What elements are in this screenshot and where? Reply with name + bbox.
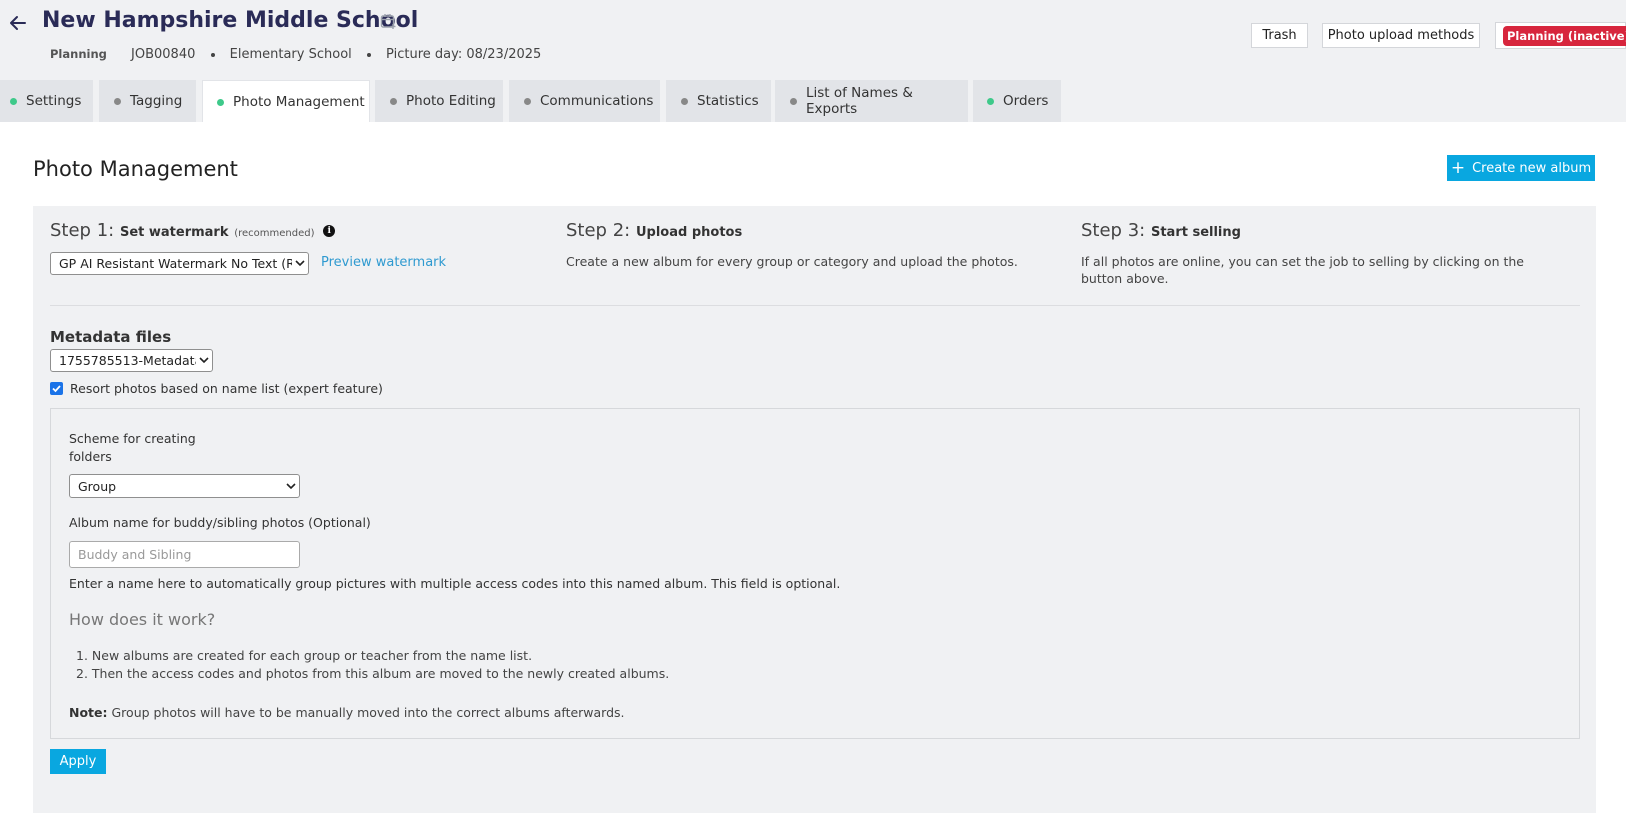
list-item: 2. Then the access codes and photos from… [76,666,670,681]
job-title: New Hampshire Middle School [42,8,419,33]
note-body: Group photos will have to be manually mo… [111,705,625,720]
separator-dot [210,52,215,57]
step-note: (recommended) [234,228,315,239]
tab-label: List of Names & Exports [805,85,913,117]
trash-button[interactable]: Trash [1251,23,1308,48]
status-dot [987,97,994,105]
watermark-selected-value: GP AI Resistant Watermark No Text (Re [59,256,292,271]
job-meta: Planning JOB00840 Elementary School Pict… [50,47,541,62]
tab-label: Photo Management [233,94,365,110]
info-icon[interactable]: i [323,225,336,237]
folder-scheme-select[interactable]: Group [69,474,300,498]
separator-dot [366,52,371,57]
album-name-label: Album name for buddy/sibling photos (Opt… [69,515,371,530]
note-text: Note: Group photos will have to be manua… [69,705,625,720]
tab-label: Settings [26,93,82,109]
photo-upload-methods-button[interactable]: Photo upload methods [1322,23,1480,48]
scheme-label-line: folders [69,449,112,464]
step-title: Start selling [1150,225,1241,240]
step-prefix: Step 1: [50,220,115,241]
resort-options-box: Scheme for creating folders Group Album … [50,408,1580,739]
page-header: New Hampshire Middle School Planning JOB… [0,0,1626,80]
preview-watermark-link[interactable]: Preview watermark [321,255,446,270]
step-start-selling: Step 3: Start selling If all photos are … [1081,220,1551,287]
main-content: Photo Management + Create new album Step… [0,122,1626,813]
tab-label: Orders [1003,93,1049,109]
tab-tagging[interactable]: Tagging [99,80,196,122]
step-prefix: Step 2: [566,220,631,241]
school-type: Elementary School [229,47,352,62]
album-name-input[interactable]: Buddy and Sibling [69,541,300,568]
status-dot [681,97,688,105]
status-dot [10,97,17,105]
metadata-files-heading: Metadata files [50,328,172,346]
tab-label: Statistics [697,93,759,109]
tab-photo-management[interactable]: Photo Management [202,80,370,123]
tab-communications[interactable]: Communications [509,80,660,122]
step-set-watermark: Step 1: Set watermark (recommended) i [50,220,336,241]
chevron-down-icon [196,357,212,364]
status-dot [114,97,121,105]
apply-button[interactable]: Apply [50,749,106,774]
step-upload-photos: Step 2: Upload photos Create a new album… [566,220,1036,270]
status-badge: Planning (inactive) [1503,25,1626,46]
job-status-dropdown[interactable]: Planning (inactive) [1495,22,1626,49]
metadata-selected-value: 1755785513-Metadata [59,353,196,368]
photo-management-panel: Step 1: Set watermark (recommended) i GP… [33,206,1596,813]
tab-label: Communications [540,93,654,109]
album-name-help-text: Enter a name here to automatically group… [69,576,841,591]
status-dot [217,98,224,106]
tab-label: Tagging [130,93,183,109]
create-album-label: Create new album [1472,160,1592,176]
scheme-label: Scheme for creating folders [69,430,196,466]
tab-label: Photo Editing [406,93,496,109]
status-dot [390,97,397,105]
list-item-text: New albums are created for each group or… [91,648,533,663]
job-status-text: Planning [50,47,107,61]
list-item: 1. New albums are created for each group… [76,648,533,663]
plus-icon: + [1450,157,1466,178]
tab-list-of-names-exports[interactable]: List of Names & Exports [775,80,968,122]
tab-statistics[interactable]: Statistics [666,80,771,122]
note-label: Note: [69,705,108,720]
metadata-file-select[interactable]: 1755785513-Metadata [50,349,213,372]
step-title: Set watermark [119,225,229,240]
status-dot [524,97,531,105]
step-description: If all photos are online, you can set th… [1081,254,1524,286]
create-new-album-button[interactable]: + Create new album [1447,155,1595,181]
resort-photos-label[interactable]: Resort photos based on name list (expert… [70,381,383,396]
resort-photos-checkbox[interactable] [50,382,63,395]
list-item-text: Then the access codes and photos from th… [91,666,670,681]
job-id: JOB00840 [131,47,196,62]
divider [50,305,1580,306]
page-title: Photo Management [33,157,238,181]
tab-orders[interactable]: Orders [973,80,1061,122]
calendar-add-icon[interactable] [380,13,397,30]
chevron-down-icon [283,482,299,490]
step-title: Upload photos [635,225,743,240]
checkmark-icon [52,385,61,393]
step-prefix: Step 3: [1081,220,1146,241]
tab-settings[interactable]: Settings [0,80,93,122]
tab-bar: Settings Tagging Photo Management Photo … [0,80,1626,123]
step-description: Create a new album for every group or ca… [566,254,1018,269]
scheme-selected-value: Group [78,478,117,494]
chevron-down-icon [292,260,308,267]
tab-photo-editing[interactable]: Photo Editing [375,80,503,122]
watermark-select[interactable]: GP AI Resistant Watermark No Text (Re [50,252,309,275]
how-it-works-list: 1. New albums are created for each group… [76,647,669,683]
scheme-label-line: Scheme for creating [69,431,196,446]
back-arrow-icon[interactable] [6,12,28,34]
how-it-works-heading: How does it work? [69,610,216,629]
status-dot [790,97,797,105]
picture-day: Picture day: 08/23/2025 [386,47,542,62]
